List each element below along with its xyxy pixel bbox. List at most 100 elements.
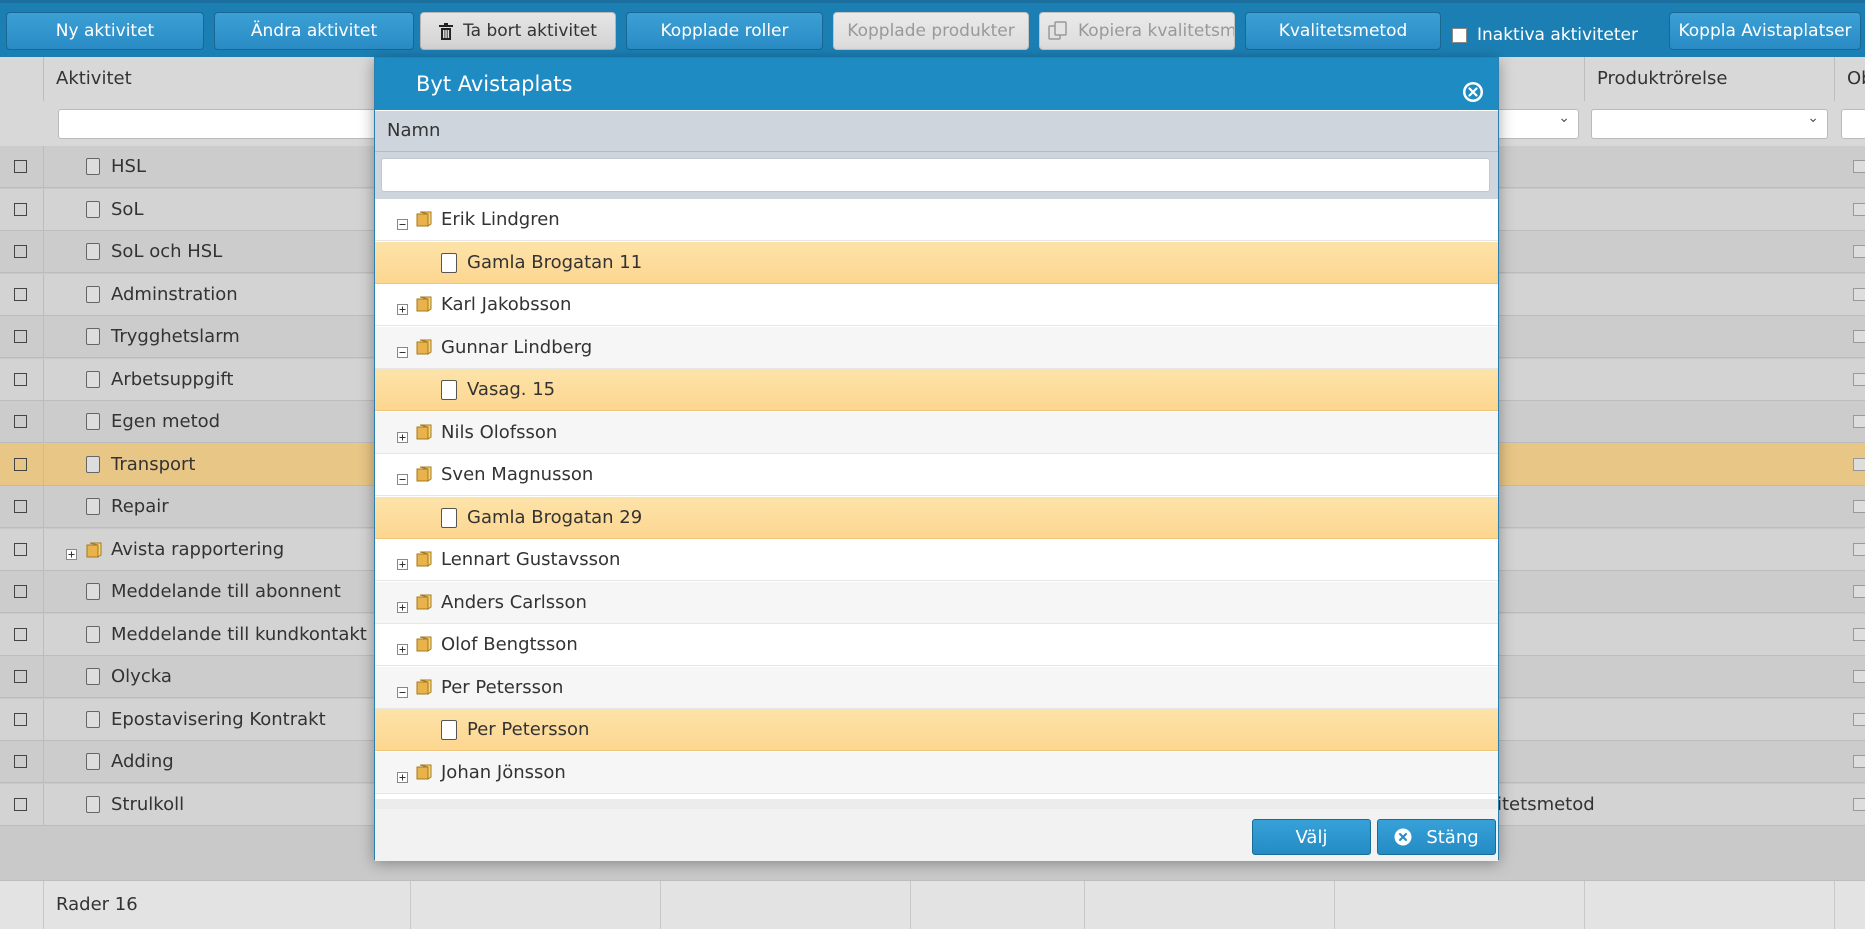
row-partial-checkbox[interactable] xyxy=(1853,330,1865,343)
row-partial-checkbox[interactable] xyxy=(1853,542,1865,556)
folder-icon xyxy=(416,210,434,233)
tree-child-item[interactable]: Gamla Brogatan 29 xyxy=(375,496,1498,539)
row-checkbox[interactable] xyxy=(14,627,27,641)
row-partial-checkbox[interactable] xyxy=(1853,372,1865,386)
file-icon xyxy=(86,455,100,473)
file-icon xyxy=(441,720,457,740)
delete-activity-button[interactable]: Ta bort aktivitet xyxy=(420,12,616,50)
tree-parent-item[interactable]: Anders Carlsson xyxy=(375,581,1498,624)
folder-icon xyxy=(416,593,434,616)
linked-products-button[interactable]: Kopplade produkter xyxy=(833,12,1029,50)
folder-icon xyxy=(416,465,434,488)
edit-activity-button[interactable]: Ändra aktivitet xyxy=(214,12,414,50)
row-checkbox[interactable] xyxy=(14,245,27,258)
row-checkbox[interactable] xyxy=(14,585,27,598)
copy-quality-button[interactable]: Kopiera kvalitetsmet xyxy=(1039,12,1235,50)
partial-filter-input[interactable] xyxy=(1841,109,1865,139)
expand-icon[interactable] xyxy=(397,427,408,448)
tree-parent-item[interactable]: Erik Lindgren xyxy=(375,199,1498,241)
file-icon xyxy=(86,285,100,303)
row-label: Adminstration xyxy=(111,283,238,305)
expand-icon[interactable] xyxy=(397,299,408,320)
row-partial-checkbox[interactable] xyxy=(1853,245,1865,258)
row-checkbox[interactable] xyxy=(14,457,27,471)
row-checkbox[interactable] xyxy=(14,202,27,216)
row-partial-checkbox[interactable] xyxy=(1853,670,1865,683)
copy-icon xyxy=(1048,21,1068,41)
row-partial-checkbox[interactable] xyxy=(1853,627,1865,641)
row-checkbox[interactable] xyxy=(14,330,27,343)
close-circle-icon xyxy=(1394,828,1412,846)
row-partial-checkbox[interactable] xyxy=(1853,797,1865,811)
activity-filter-input[interactable] xyxy=(58,109,378,139)
row-checkbox[interactable] xyxy=(14,372,27,386)
name-filter-input[interactable] xyxy=(381,158,1490,192)
row-checkbox[interactable] xyxy=(14,797,27,811)
row-label: Egen metod xyxy=(111,411,221,432)
tree-parent-item[interactable]: Nils Olofsson xyxy=(375,411,1498,454)
row-partial-checkbox[interactable] xyxy=(1853,500,1865,513)
expand-icon[interactable] xyxy=(66,544,77,565)
row-partial-checkbox[interactable] xyxy=(1853,160,1865,173)
change-place-dialog: Byt Avistaplats Namn Erik Lindgren Gamla … xyxy=(374,57,1499,861)
tree-item-label: Anders Carlsson xyxy=(441,591,587,613)
name-column-header[interactable]: Namn xyxy=(375,111,1498,152)
row-checkbox[interactable] xyxy=(14,712,27,726)
row-checkbox[interactable] xyxy=(14,287,27,301)
row-partial-checkbox[interactable] xyxy=(1853,585,1865,598)
tree-child-item[interactable]: Vasag. 15 xyxy=(375,369,1498,411)
inactive-checkbox[interactable] xyxy=(1452,27,1467,43)
row-checkbox[interactable] xyxy=(14,415,27,428)
row-checkbox[interactable] xyxy=(14,500,27,513)
expand-icon[interactable] xyxy=(397,597,408,618)
name-column-label: Namn xyxy=(387,120,441,141)
tree-parent-item[interactable]: Sven Magnusson xyxy=(375,454,1498,496)
file-icon xyxy=(441,507,457,528)
expand-icon[interactable] xyxy=(397,767,408,788)
column-partial[interactable]: Ob xyxy=(1834,57,1865,101)
linked-roles-button[interactable]: Kopplade roller xyxy=(626,12,823,50)
link-places-button[interactable]: Koppla Avistaplatser xyxy=(1669,12,1861,50)
tree-item-label: Johan Jönsson xyxy=(441,761,566,783)
row-checkbox[interactable] xyxy=(14,160,27,173)
collapse-icon[interactable] xyxy=(397,342,408,363)
close-button[interactable]: Stäng xyxy=(1377,819,1496,855)
row-partial-checkbox[interactable] xyxy=(1853,202,1865,216)
row-partial-checkbox[interactable] xyxy=(1853,457,1865,471)
tree-parent-item[interactable]: Lennart Gustavsson xyxy=(375,539,1498,581)
tree-parent-item[interactable]: Per Petersson xyxy=(375,666,1498,709)
tree-item-label: Karl Jakobsson xyxy=(441,294,572,315)
tree-child-item[interactable]: Per Petersson xyxy=(375,709,1498,751)
row-label: Meddelande till abonnent xyxy=(111,581,341,602)
row-checkbox[interactable] xyxy=(14,542,27,556)
folder-icon xyxy=(416,678,434,701)
horizontal-scrollbar[interactable] xyxy=(375,799,1498,809)
tree-parent-item[interactable]: Olof Bengtsson xyxy=(375,624,1498,666)
expand-icon[interactable] xyxy=(397,639,408,660)
tree-parent-item[interactable]: Karl Jakobsson xyxy=(375,284,1498,326)
row-checkbox[interactable] xyxy=(14,755,27,768)
toolbar: Ny aktivitet Ändra aktivitet Ta bort akt… xyxy=(0,0,1865,57)
expand-icon[interactable] xyxy=(397,554,408,575)
dialog-title: Byt Avistaplats xyxy=(416,72,573,96)
collapse-icon[interactable] xyxy=(397,214,408,235)
tree-child-item[interactable]: Gamla Brogatan 11 xyxy=(375,241,1498,284)
collapse-icon[interactable] xyxy=(397,469,408,490)
row-partial-checkbox[interactable] xyxy=(1853,415,1865,428)
tree-parent-item[interactable]: Johan Jönsson xyxy=(375,751,1498,794)
product-move-filter-select[interactable] xyxy=(1591,109,1828,139)
file-icon xyxy=(86,328,100,345)
new-activity-button[interactable]: Ny aktivitet xyxy=(6,12,204,50)
tree-parent-item[interactable]: Gunnar Lindberg xyxy=(375,326,1498,369)
inactive-activities-toggle[interactable]: Inaktiva aktiviteter xyxy=(1452,25,1638,45)
row-checkbox[interactable] xyxy=(14,670,27,683)
row-partial-checkbox[interactable] xyxy=(1853,755,1865,768)
row-label: Avista rapportering xyxy=(111,538,285,560)
row-partial-checkbox[interactable] xyxy=(1853,287,1865,301)
quality-method-button[interactable]: Kvalitetsmetod xyxy=(1245,12,1441,50)
row-label: Meddelande till kundkontakt xyxy=(111,623,367,645)
row-partial-checkbox[interactable] xyxy=(1853,712,1865,726)
column-product-move[interactable]: Produktrörelse xyxy=(1584,57,1834,101)
select-button[interactable]: Välj xyxy=(1252,819,1371,855)
collapse-icon[interactable] xyxy=(397,682,408,703)
